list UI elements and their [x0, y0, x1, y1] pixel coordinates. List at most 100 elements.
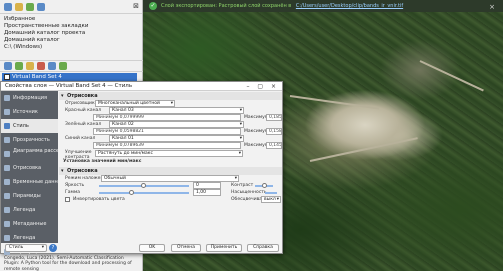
help-button[interactable]: Справка — [247, 244, 279, 252]
message-text: Слой экспортирован: Растровый слой сохра… — [161, 3, 292, 9]
sidebar-item[interactable]: Легенда — [1, 231, 58, 245]
blue-max-input[interactable]: 0,145 — [266, 142, 282, 149]
sidebar-item-label: Отрисовка — [13, 165, 42, 171]
gamma-slider[interactable] — [99, 190, 189, 195]
sidebar-item-icon — [4, 165, 10, 171]
gamma-spin[interactable]: 1,00 — [193, 189, 221, 196]
message-bar: ✓ Слой экспортирован: Растровый слой сох… — [143, 0, 503, 12]
sidebar-item-label: Информация — [13, 95, 48, 101]
blue-band-combo[interactable]: Канал 01 — [109, 135, 244, 142]
dialog-footer: OK Отмена Применить Справка — [59, 243, 282, 254]
blue-band-label: Синий канал — [65, 136, 96, 141]
apply-button[interactable]: Применить — [206, 244, 242, 252]
red-band-combo[interactable]: Канал 03 — [109, 107, 244, 114]
blue-max-label: Максимум — [244, 143, 269, 148]
sidebar-item-icon — [4, 221, 10, 227]
sidebar-item[interactable]: Легенда — [1, 203, 58, 217]
sidebar-item[interactable]: Прозрачность — [1, 133, 58, 147]
close-icon[interactable]: ⊠ — [133, 2, 139, 10]
window-controls[interactable]: – ▢ × — [246, 82, 279, 91]
gamma-row: Гамма 1,00 Насыщенность — [59, 189, 282, 196]
minmax-settings-row[interactable]: Установка значений мин/макс — [59, 158, 282, 165]
expand-icon[interactable] — [48, 62, 56, 70]
saturation-slider[interactable] — [265, 192, 277, 194]
red-max-label: Максимум — [244, 115, 269, 120]
render-type-combo[interactable]: Многоканальный цветной — [95, 100, 175, 107]
invert-checkbox[interactable] — [65, 197, 70, 202]
sidebar-item[interactable]: Информация — [1, 91, 58, 105]
layer-checkbox[interactable] — [4, 74, 10, 80]
slider-knob[interactable] — [141, 183, 146, 188]
invert-row: Инвертировать цвета Обесцвечивание выкл — [59, 196, 282, 203]
collapse-icon[interactable] — [59, 62, 67, 70]
green-minmax-row: Минимум 0,0598821 Максимум 0,1585 — [59, 128, 282, 135]
slider-knob[interactable] — [129, 190, 134, 195]
green-min-input[interactable]: Минимум 0,0598821 — [93, 128, 241, 135]
blend-combo[interactable]: Обычный — [101, 175, 239, 182]
contrast2-slider[interactable] — [255, 183, 273, 188]
minmax-settings-label[interactable]: Установка значений мин/макс — [63, 158, 141, 165]
dialog-title-bar: Свойства слоя — Virtual Band Set 4 — Сти… — [1, 82, 282, 91]
cancel-button[interactable]: Отмена — [171, 244, 201, 252]
blue-band-row: Синий канал Канал 01 — [59, 135, 282, 142]
sidebar-item[interactable]: Отрисовка — [1, 161, 58, 175]
refresh-icon[interactable] — [4, 2, 12, 11]
gamma-label: Гамма — [65, 190, 81, 195]
layer-style-icon[interactable] — [4, 62, 12, 70]
browser-item[interactable]: Избранное — [4, 16, 138, 23]
green-max-label: Максимум — [244, 129, 269, 134]
sidebar-item-icon — [4, 235, 10, 241]
filter-icon[interactable] — [26, 62, 34, 70]
filter-icon[interactable] — [15, 2, 23, 11]
browser-item[interactable]: Домашний каталог проекта — [4, 30, 138, 37]
invert-label: Инвертировать цвета — [73, 197, 125, 202]
help-icon[interactable]: ? — [49, 244, 57, 252]
style-menu-button[interactable]: Стиль — [5, 244, 47, 252]
sidebar-item-icon — [4, 151, 10, 157]
layer-properties-dialog: Свойства слоя — Virtual Band Set 4 — Сти… — [0, 81, 283, 255]
grayscale-combo[interactable]: выкл — [261, 196, 281, 203]
brightness-slider[interactable] — [99, 183, 189, 188]
sidebar-item[interactable]: Источник — [1, 105, 58, 119]
brightness-spin[interactable]: 0 — [193, 182, 221, 189]
collapse-icon[interactable] — [26, 2, 34, 11]
contrast-combo[interactable]: Растянуть до мин/макс — [95, 150, 243, 157]
section-render[interactable]: Отрисовка — [59, 92, 282, 100]
message-link[interactable]: C:/Users/user/Desktop/clip/bands_ir_vnir… — [296, 3, 403, 9]
sidebar-item-label: Диаграмма рассеяния 3D — [13, 148, 58, 154]
layers-toolbar — [0, 60, 143, 72]
sidebar-item[interactable]: Метаданные — [1, 217, 58, 231]
sidebar-item-label: Легенда — [13, 207, 36, 213]
sidebar-item[interactable]: Временные данные — [1, 175, 58, 189]
red-band-row: Красный канал Канал 03 — [59, 107, 282, 114]
dialog-main: Отрисовка Отрисовщик Многоканальный цвет… — [59, 92, 282, 242]
render-type-label: Отрисовщик — [65, 101, 95, 106]
browser-item[interactable]: Пространственные закладки — [4, 23, 138, 30]
blue-minmax-row: Минимум 0,0789639 Максимум 0,145 — [59, 142, 282, 149]
sidebar-item[interactable]: Пирамиды — [1, 189, 58, 203]
browser-toolbar: ⊠ — [0, 0, 142, 14]
success-icon: ✓ — [149, 2, 157, 10]
slider-knob[interactable] — [262, 183, 267, 188]
info-icon[interactable] — [37, 2, 45, 11]
contrast-row: Улучшение контраста Растянуть до мин/мак… — [59, 149, 282, 160]
red-max-input[interactable]: 0,185 — [266, 114, 282, 121]
add-group-icon[interactable] — [15, 62, 23, 70]
layer-item[interactable]: Virtual Band Set 4 — [2, 73, 137, 81]
saturation-label: Насыщенность — [231, 190, 267, 195]
red-min-input[interactable]: Минимум 0,0799999 — [93, 114, 241, 121]
green-band-combo[interactable]: Канал 02 — [109, 121, 244, 128]
sidebar-item-label: Временные данные — [13, 179, 58, 185]
blue-min-input[interactable]: Минимум 0,0789639 — [93, 142, 241, 149]
remove-layer-icon[interactable] — [37, 62, 45, 70]
green-band-label: Зелёный канал — [65, 122, 102, 127]
sidebar-item[interactable]: Диаграмма рассеяния 3D — [1, 147, 58, 161]
close-icon[interactable]: × — [489, 1, 495, 12]
section-color[interactable]: Отрисовка — [59, 167, 282, 175]
browser-item[interactable]: C:\ (Windows) — [4, 44, 138, 51]
sidebar-item[interactable]: Стиль — [1, 119, 58, 133]
green-band-row: Зелёный канал Канал 02 — [59, 121, 282, 128]
ok-button[interactable]: OK — [139, 244, 165, 252]
green-max-input[interactable]: 0,1585 — [266, 128, 282, 135]
browser-item[interactable]: Домашний каталог — [4, 37, 138, 44]
